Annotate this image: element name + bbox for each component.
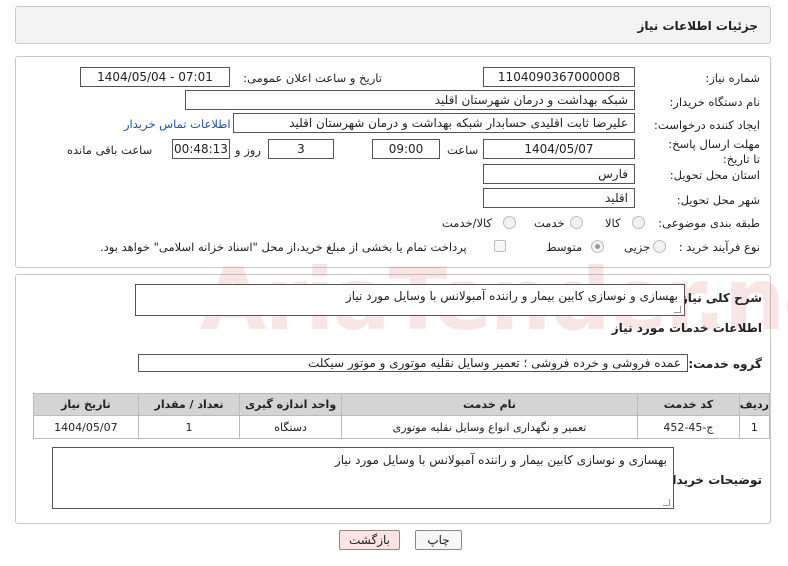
need-number-label: شماره نیاز:	[705, 71, 760, 85]
buyer-notes-text: بهسازی و نوسازی کابین بیمار و راننده آمب…	[334, 453, 667, 467]
treasury-checkbox[interactable]	[494, 240, 506, 252]
general-desc-field: بهسازی و نوسازی کابین بیمار و راننده آمب…	[135, 284, 685, 316]
need-number-field: 1104090367000008	[483, 67, 635, 87]
col-unit: واحد اندازه گیری	[239, 393, 342, 416]
col-row-number: ردیف	[738, 393, 771, 416]
resize-handle[interactable]	[663, 499, 670, 506]
category-goods-label: کالا	[605, 216, 621, 230]
service-group-field: عمده فروشی و خرده فروشی ؛ تعمیر وسایل نق…	[138, 354, 688, 372]
col-service-name: نام خدمت	[340, 393, 639, 416]
table-row: 1 ج-45-452 تعمیر و نگهداری انواع وسایل ن…	[33, 415, 771, 439]
city-label: شهر محل تحویل:	[676, 193, 760, 207]
cell-unit: دستگاه	[239, 415, 342, 439]
deadline-label: مهلت ارسال پاسخ: تا تاریخ:	[668, 137, 760, 167]
buyer-contact-link[interactable]: اطلاعات تماس خریدار	[124, 117, 231, 131]
col-need-date: تاریخ نیاز	[33, 393, 139, 416]
table-header-row: ردیف کد خدمت نام خدمت واحد اندازه گیری ت…	[33, 393, 771, 416]
deadline-time-field: 09:00	[372, 139, 440, 159]
remaining-label: ساعت باقی مانده	[67, 143, 153, 157]
buyer-org-field: شبکه بهداشت و درمان شهرستان اقلید	[185, 90, 635, 110]
buyer-org-label: نام دستگاه خریدار:	[669, 95, 760, 109]
header-panel: جزئیات اطلاعات نیاز	[15, 6, 771, 44]
cell-quantity: 1	[137, 415, 241, 439]
announce-datetime-field: 1404/05/04 - 07:01	[80, 67, 230, 87]
back-button[interactable]: بازگشت	[339, 530, 400, 550]
cell-service-name: تعمیر و نگهداری انواع وسایل نقلیه موتوری	[340, 415, 639, 439]
deadline-date-field: 1404/05/07	[483, 139, 635, 159]
process-medium-label: متوسط	[546, 240, 583, 254]
days-label: روز و	[235, 143, 261, 157]
services-section-title: اطلاعات خدمات مورد نیاز	[611, 321, 762, 335]
buyer-notes-field: بهسازی و نوسازی کابین بیمار و راننده آمب…	[52, 447, 674, 509]
process-medium-radio[interactable]	[591, 240, 604, 253]
city-field: اقلید	[483, 188, 635, 208]
remaining-days-field: 3	[268, 139, 334, 159]
deadline-label-text: مهلت ارسال پاسخ: تا تاریخ:	[668, 137, 760, 166]
buyer-notes-label: توضیحات خریدار:	[660, 473, 762, 487]
services-table: ردیف کد خدمت نام خدمت واحد اندازه گیری ت…	[33, 393, 771, 439]
category-both-label: کالا/خدمت	[442, 216, 493, 230]
general-desc-label: شرح کلی نیاز:	[676, 291, 762, 305]
category-service-radio[interactable]	[570, 216, 583, 229]
cell-row-number: 1	[738, 415, 771, 439]
service-group-label: گروه خدمت:	[688, 357, 762, 371]
col-quantity: تعداد / مقدار	[137, 393, 241, 416]
cell-service-code: ج-45-452	[637, 415, 740, 439]
general-desc-text: بهسازی و نوسازی کابین بیمار و راننده آمب…	[345, 289, 678, 303]
category-both-radio[interactable]	[503, 216, 516, 229]
deadline-time-label: ساعت	[447, 143, 479, 157]
requester-field: علیرضا ثابت اقلیدی حسابدار شبکه بهداشت و…	[233, 113, 635, 133]
remaining-time-field: 00:48:13	[172, 139, 230, 159]
main-form-panel	[15, 56, 771, 268]
cell-need-date: 1404/05/07	[33, 415, 139, 439]
process-minor-label: جزیی	[624, 240, 651, 254]
requester-label: ایجاد کننده درخواست:	[654, 118, 760, 132]
province-label: استان محل تحویل:	[669, 168, 760, 182]
process-label: نوع فرآیند خرید :	[678, 240, 760, 254]
category-goods-radio[interactable]	[632, 216, 645, 229]
process-minor-radio[interactable]	[653, 240, 666, 253]
category-service-label: خدمت	[534, 216, 565, 230]
print-button[interactable]: چاپ	[415, 530, 462, 550]
treasury-note: پرداخت تمام یا بخشی از مبلغ خرید،از محل …	[100, 240, 467, 254]
col-service-code: کد خدمت	[637, 393, 740, 416]
province-field: فارس	[483, 164, 635, 184]
announce-datetime-label: تاریخ و ساعت اعلان عمومی:	[243, 71, 382, 85]
category-label: طبقه بندی موضوعی:	[658, 216, 760, 230]
resize-handle[interactable]	[674, 306, 681, 313]
page-title: جزئیات اطلاعات نیاز	[637, 19, 758, 33]
